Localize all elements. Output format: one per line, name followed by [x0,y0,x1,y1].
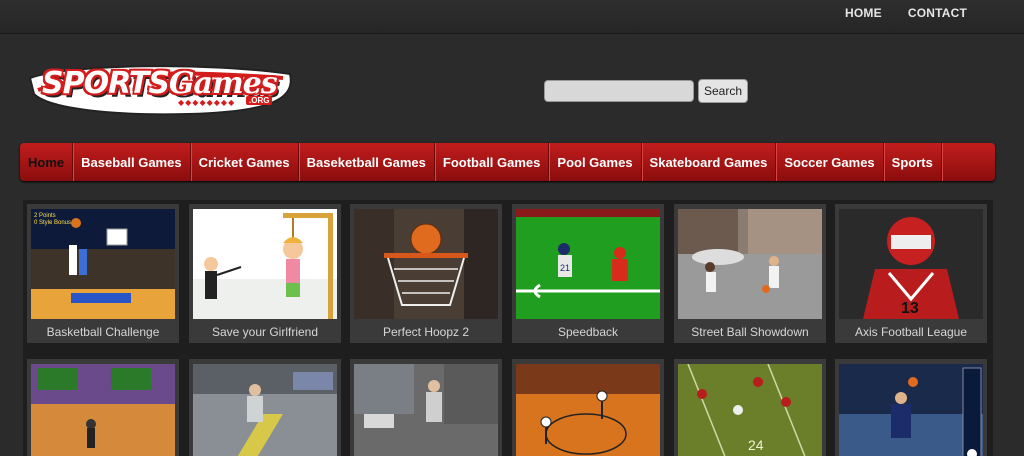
stick-basketball-art [516,364,660,456]
street-ball-art [678,209,822,319]
game-tile[interactable]: Perfect Hoopz 2 [350,204,502,343]
top-nav: HOME CONTACT [845,6,967,20]
game-title[interactable]: Basketball Challenge [27,325,179,339]
bb-bonus-line: 0 Style Bonus [34,220,71,226]
nav-home-link[interactable]: HOME [845,6,882,20]
game-thumbnail [678,209,822,319]
game-title[interactable]: Save your Girlfriend [189,325,341,339]
logo-main: SPORTS [42,66,170,101]
jersey-number: 21 [560,263,570,273]
game-tile[interactable]: Street Ball Showdown [674,204,826,343]
cat-sports[interactable]: Sports [884,143,942,181]
logo-dots: ◆◆◆◆◆◆◆◆ [178,98,236,107]
game-thumbnail: 13 [839,209,983,319]
site-logo[interactable]: SPORTSGames ◆◆◆◆◆◆◆◆ .ORG [28,60,298,116]
search-button[interactable]: Search [698,79,749,103]
game-thumbnail [354,364,498,456]
logo-text: SPORTSGames [42,66,278,101]
logo-suffix: .ORG [246,96,273,105]
game-tile[interactable] [27,359,179,456]
perfect-hoopz-art [354,209,498,319]
game-thumbnail [193,364,337,456]
speedback-art: 21 [516,209,660,319]
game-thumbnail [516,364,660,456]
game-tile[interactable] [512,359,664,456]
game-thumbnail [31,364,175,456]
category-nav: Home Baseball Games Cricket Games Baseke… [20,143,995,181]
game-title[interactable]: Street Ball Showdown [674,325,826,339]
basketball-pool-art [31,364,175,456]
top-bar: HOME CONTACT [0,0,1024,34]
cat-skateboard[interactable]: Skateboard Games [642,143,777,181]
game-title[interactable]: Speedback [512,325,664,339]
arena-basketball-art [839,364,983,456]
cat-football[interactable]: Football Games [435,143,550,181]
cat-baseball[interactable]: Baseball Games [73,143,191,181]
football-field-art: 24 [678,364,822,456]
game-thumbnail [354,209,498,319]
axis-jersey-number: 13 [901,300,919,317]
game-tile[interactable] [350,359,502,456]
search-bar: Search [544,79,749,103]
game-thumbnail [839,364,983,456]
nav-contact-link[interactable]: CONTACT [908,6,967,20]
cat-cricket[interactable]: Cricket Games [191,143,299,181]
bb-score-line: 2 Points [34,213,56,219]
game-thumbnail: 24 [678,364,822,456]
save-girlfriend-art [193,209,337,319]
cat-soccer[interactable]: Soccer Games [776,143,884,181]
game-tile[interactable]: 24 [674,359,826,456]
game-tile[interactable]: Save your Girlfriend [189,204,341,343]
game-tile[interactable] [189,359,341,456]
cat-pool[interactable]: Pool Games [549,143,642,181]
game-thumbnail: 21 [516,209,660,319]
game-thumbnail: 2 Points 0 Style Bonus [31,209,175,319]
search-input[interactable] [544,80,694,102]
game-tile[interactable] [835,359,987,456]
cat-home[interactable]: Home [20,143,74,181]
skate-street-art [193,364,337,456]
soccer-jersey-number: 24 [748,437,764,453]
skate-city-art [354,364,498,456]
game-title[interactable]: Perfect Hoopz 2 [350,325,502,339]
game-tile[interactable]: 13 Axis Football League [835,204,987,343]
axis-football-art: 13 [839,209,983,319]
game-thumbnail [193,209,337,319]
cat-basketball[interactable]: Baseketball Games [299,143,435,181]
game-tile[interactable]: 2 Points 0 Style Bonus Basketball Challe… [27,204,179,343]
game-title[interactable]: Axis Football League [835,325,987,339]
basketball-challenge-art: 2 Points 0 Style Bonus [31,209,175,319]
game-tile[interactable]: 21 Speedback [512,204,664,343]
